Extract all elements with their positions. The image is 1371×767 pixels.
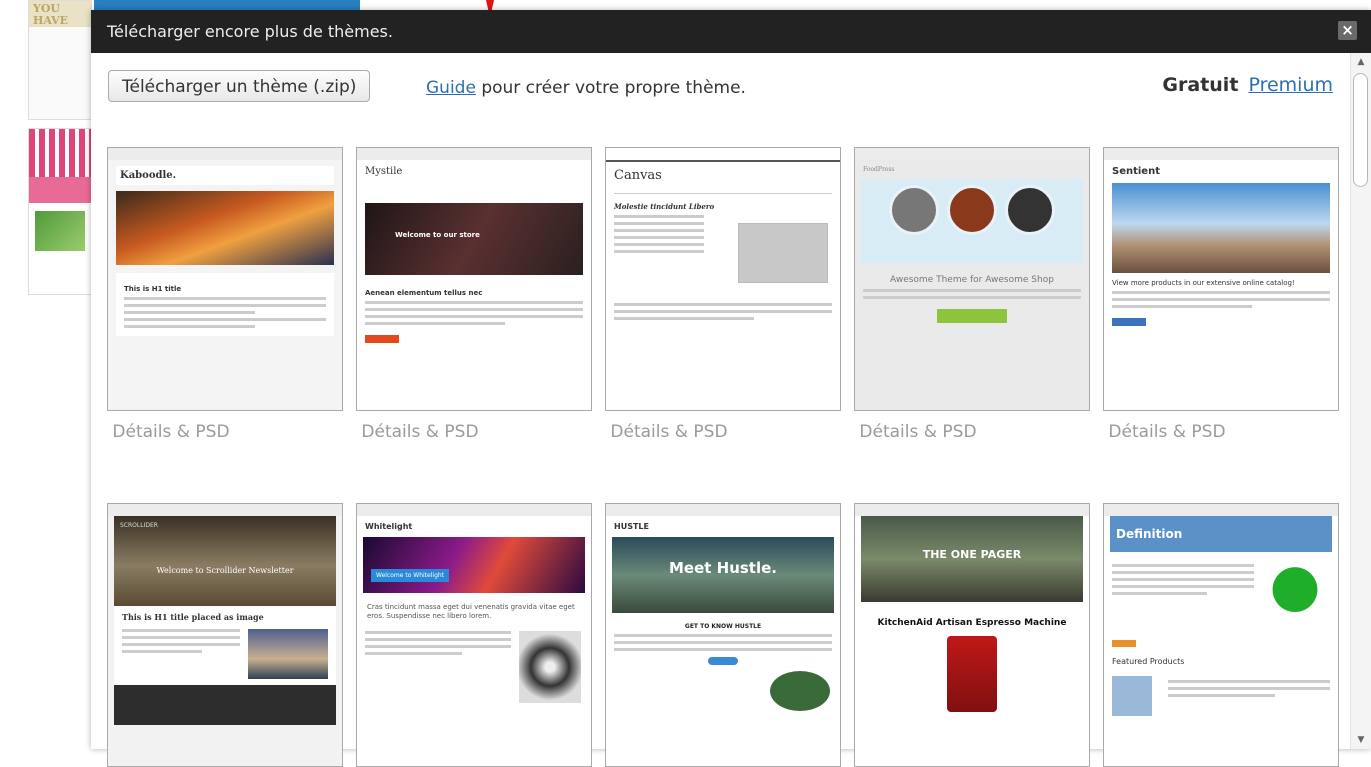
theme-subtitle: Featured Products (1112, 657, 1185, 666)
theme-name: HUSTLE (614, 522, 649, 531)
theme-name: Mystile (365, 166, 403, 177)
theme-thumbnail[interactable]: Definition Featured Products (1103, 503, 1339, 767)
modal-titlebar: Télécharger encore plus de thèmes. × (91, 10, 1371, 53)
close-icon: × (1341, 21, 1354, 39)
pricing-free-tab[interactable]: Gratuit (1162, 74, 1238, 96)
background-theme-thumb: YOU HAVE GOT M (28, 0, 92, 120)
scroll-down-arrow-icon[interactable]: ▼ (1355, 735, 1367, 745)
theme-card: THE ONE PAGER KitchenAid Artisan Espress… (854, 503, 1090, 767)
upload-theme-zip-button[interactable]: Télécharger un thème (.zip) (108, 70, 371, 102)
theme-name: FoodPress (863, 166, 895, 173)
modal-title: Télécharger encore plus de thèmes. (107, 22, 393, 41)
details-psd-link[interactable]: Détails & PSD (360, 423, 480, 442)
theme-card: Kaboodle. This is H1 title Détails & PSD (107, 147, 343, 442)
theme-name: Canvas (614, 168, 662, 183)
details-psd-link[interactable]: Détails & PSD (858, 423, 978, 442)
pricing-filter: Gratuit Premium (1162, 74, 1333, 96)
details-psd-link[interactable]: Détails & PSD (111, 423, 231, 442)
close-button[interactable]: × (1338, 21, 1357, 40)
theme-card: HUSTLE Meet Hustle. GET TO KNOW HUSTLE (605, 503, 841, 767)
theme-thumbnail[interactable]: Canvas Molestie tincidunt Libero (605, 147, 841, 411)
background-theme-thumb (94, 0, 360, 10)
theme-subtitle: Cras tincidunt massa eget dui venenatis … (367, 603, 575, 620)
theme-card: Definition Featured Products (1103, 503, 1339, 767)
theme-card: Whitelight Welcome to Whitelight Cras ti… (356, 503, 592, 767)
theme-card: Mystile Welcome to our store Aenean elem… (356, 147, 592, 442)
theme-thumbnail[interactable]: Whitelight Welcome to Whitelight Cras ti… (356, 503, 592, 767)
theme-hero-text: Meet Hustle. (668, 559, 777, 577)
theme-name: Definition (1110, 516, 1332, 552)
theme-name: Kaboodle. (116, 166, 334, 185)
scrollbar-thumb[interactable] (1353, 73, 1368, 187)
theme-subtitle: Molestie tincidunt Libero (614, 202, 715, 211)
theme-subtitle: This is H1 title (124, 285, 182, 293)
theme-thumbnail[interactable]: FoodPress Awesome Theme for Awesome Shop (854, 147, 1090, 411)
theme-card: FoodPress Awesome Theme for Awesome Shop… (854, 147, 1090, 442)
theme-subtitle: GET TO KNOW HUSTLE (684, 623, 762, 630)
theme-subtitle: This is H1 title placed as image (122, 612, 264, 622)
theme-subtitle: KitchenAid Artisan Espresso Machine (877, 618, 1067, 628)
theme-subtitle: View more products in our extensive onli… (1112, 279, 1295, 287)
theme-thumbnail[interactable]: HUSTLE Meet Hustle. GET TO KNOW HUSTLE (605, 503, 841, 767)
scroll-up-arrow-icon[interactable]: ▲ (1355, 57, 1367, 67)
theme-hero-text: Welcome to our store (395, 231, 480, 239)
theme-card: Sentient View more products in our exten… (1103, 147, 1339, 442)
theme-hero-text: THE ONE PAGER (922, 548, 1022, 561)
theme-thumbnail[interactable]: Kaboodle. This is H1 title (107, 147, 343, 411)
theme-card: Canvas Molestie tincidunt Libero Détails… (605, 147, 841, 442)
guide-suffix: pour créer votre propre thème. (475, 78, 746, 98)
modal-scrollbar[interactable]: ▲ ▼ (1350, 53, 1371, 749)
theme-thumbnail[interactable]: SCROLLIDER Welcome to Scrollider Newslet… (107, 503, 343, 767)
theme-thumbnail[interactable]: THE ONE PAGER KitchenAid Artisan Espress… (854, 503, 1090, 767)
guide-link[interactable]: Guide (426, 78, 476, 98)
theme-name: SCROLLIDER (120, 522, 158, 529)
background-theme-thumb (28, 128, 92, 295)
theme-thumbnail[interactable]: Sentient View more products in our exten… (1103, 147, 1339, 411)
guide-text: Guide pour créer votre propre thème. (426, 78, 746, 98)
theme-name: Sentient (1112, 166, 1160, 177)
theme-card: SCROLLIDER Welcome to Scrollider Newslet… (107, 503, 343, 767)
theme-thumbnail[interactable]: Mystile Welcome to our store Aenean elem… (356, 147, 592, 411)
theme-hero-text: Welcome to Whitelight (371, 569, 450, 582)
modal-toolbar: Télécharger un thème (.zip) Guide pour c… (91, 53, 1371, 113)
theme-hero-text: Welcome to Scrollider Newsletter (156, 566, 294, 575)
theme-subtitle: Aenean elementum tellus nec (365, 289, 483, 297)
details-psd-link[interactable]: Détails & PSD (1107, 423, 1227, 442)
theme-subtitle: Awesome Theme for Awesome Shop (890, 275, 1054, 285)
pricing-premium-link[interactable]: Premium (1248, 74, 1333, 96)
theme-name: Whitelight (365, 522, 413, 531)
details-psd-link[interactable]: Détails & PSD (609, 423, 729, 442)
theme-download-modal: Télécharger encore plus de thèmes. × Tél… (91, 10, 1371, 767)
